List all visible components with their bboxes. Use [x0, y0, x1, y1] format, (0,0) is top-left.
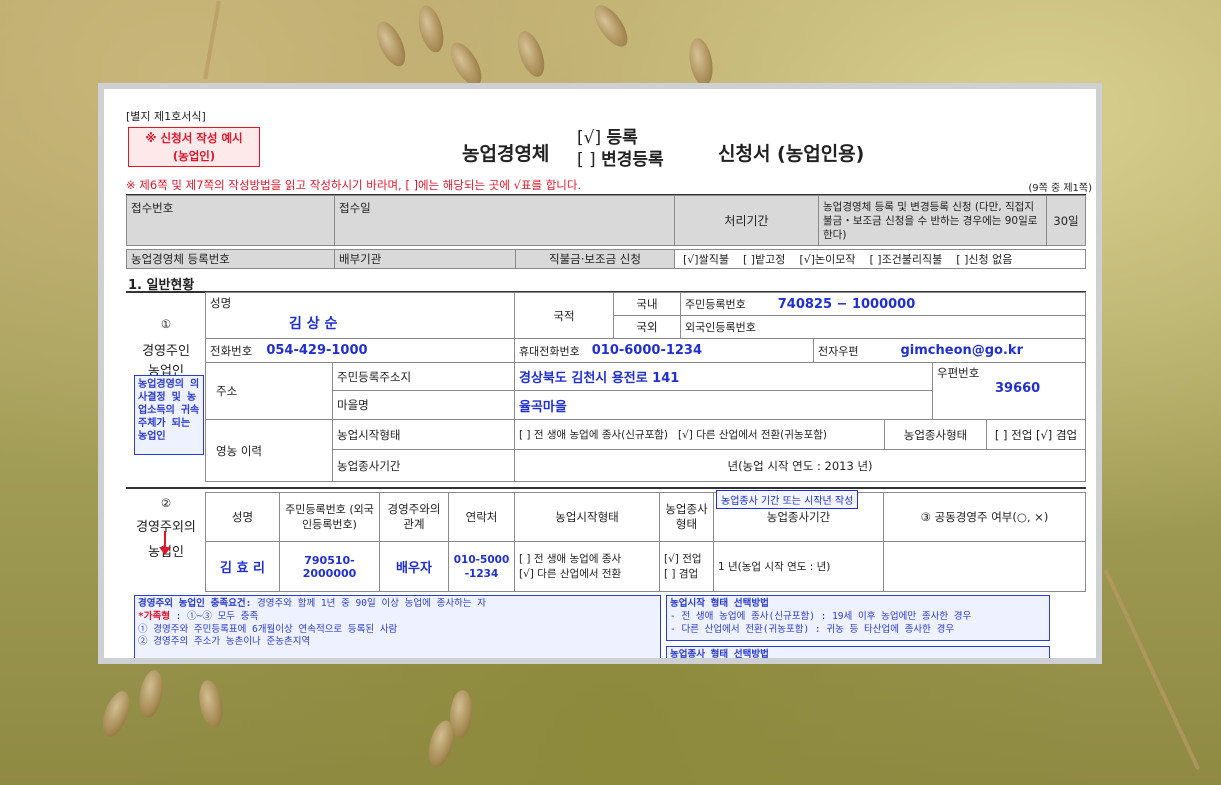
address-label: 주소	[205, 362, 333, 420]
circle-one: ①	[160, 317, 172, 331]
subsidy-label: 직불금·보조금 신청	[515, 249, 675, 269]
row-fulltime-option[interactable]: [√] 전업	[664, 552, 702, 567]
row-period[interactable]: 1 년(농업 시작 연도 : 년)	[713, 541, 884, 592]
register-checkboxes[interactable]: [√] 등록 [ ] 변경등록	[577, 127, 664, 171]
change-bracket[interactable]: [ ]	[577, 150, 596, 170]
postal-value[interactable]: 39660	[995, 381, 1040, 396]
double-crop-option[interactable]: [√]논이모작	[799, 251, 855, 267]
other-farmer-label-block: ② 경영주외의 농업인	[126, 492, 206, 592]
header-contact: 연락처	[448, 492, 515, 542]
email-label: 전자우편	[818, 344, 859, 358]
no-application-option[interactable]: [ ]신청 없음	[956, 251, 1012, 267]
rice-direct-pay-option[interactable]: [√]쌀직불	[683, 251, 729, 267]
engage-period-label: 농업종사기간	[332, 449, 515, 482]
postal-label: 우편번호	[937, 366, 980, 380]
period-description: 농업경영체 등록 및 변경등록 신청 (다만, 직접지불금・보조금 신청을 수 …	[818, 195, 1047, 246]
reg-address-cell: 경상북도 김천시 용전로 141	[514, 362, 933, 391]
row-parttime-option[interactable]: [ ] 겸업	[664, 567, 698, 582]
example-badge-line2: (농업인)	[172, 149, 216, 163]
row-contact[interactable]: 010-5000 -1234	[448, 541, 515, 592]
phone-cell: 전화번호 054-429-1000	[205, 338, 515, 363]
arrow-head-icon	[159, 547, 171, 555]
period-hint-tag: 농업종사 기간 또는 시작년 작성	[716, 490, 859, 509]
owner-side-note: 농업경영의 의사결정 및 농업소득의 귀속 주체가 되는 농업인	[134, 375, 204, 455]
processing-period-label: 처리기간	[674, 195, 819, 246]
row-joint-owner[interactable]	[883, 541, 1086, 592]
row-lifetime-option[interactable]: [ ] 전 생애 농업에 종사	[519, 552, 621, 567]
field-fixed-option[interactable]: [ ]밭고정	[743, 251, 785, 267]
application-form: [별지 제1호서식] ※ 신청서 작성 예시 (농업인) 농업경영체 [√] 등…	[98, 83, 1102, 664]
reg-address-label: 주민등록주소지	[332, 362, 515, 391]
row-engage-type[interactable]: [√] 전업 [ ] 겸업	[659, 541, 714, 592]
form-number: [별지 제1호서식]	[126, 110, 206, 123]
postal-cell: 우편번호 39660	[932, 362, 1086, 420]
other-farmer-label1: 경영주외의	[136, 520, 196, 535]
engage-type-options[interactable]: [ ] 전업 [√] 겸업	[986, 419, 1086, 450]
email-value[interactable]: gimcheon@go.kr	[900, 343, 1023, 358]
foreign-label: 국외	[613, 315, 681, 339]
name-label: 성명	[210, 296, 232, 310]
rrn-label: 주민등록번호	[685, 298, 746, 311]
start-type-note: 농업시작 형태 선택방법 - 전 생애 농업에 종사(신규포함) : 19세 이…	[666, 595, 1050, 641]
nationality-label: 국적	[514, 292, 614, 339]
lifetime-farming-option[interactable]: [ ] 전 생애 농업에 종사(신규포함)	[519, 427, 668, 442]
foreign-reg-cell: 외국인등록번호	[680, 315, 1086, 339]
rrn-cell: 주민등록번호 740825 − 1000000	[680, 292, 1086, 316]
requirement-note: 경영주외 농업인 충족요건: 경영주와 함께 1년 중 90일 이상 농업에 종…	[134, 595, 661, 658]
converted-option[interactable]: [√] 다른 산업에서 전환(귀농포함)	[678, 427, 827, 442]
distribution-org-label: 배부기관	[334, 249, 516, 269]
row-start-type[interactable]: [ ] 전 생애 농업에 종사 [√] 다른 산업에서 전환	[514, 541, 660, 592]
header-engage-type: 농업종사 형태	[659, 492, 714, 542]
receipt-date-label: 접수일	[334, 195, 675, 246]
owner-label: 경영주인	[142, 344, 190, 359]
form-title-right: 신청서 (농업인용)	[718, 143, 865, 165]
name-value[interactable]: 김 상 순	[289, 313, 337, 333]
history-label: 영농 이력	[205, 419, 333, 482]
village-value[interactable]: 율곡마을	[519, 396, 567, 415]
period-days: 30일	[1046, 195, 1086, 246]
registration-number-label: 농업경영체 등록번호	[126, 249, 335, 269]
header-joint-owner: ③ 공동경영주 여부(○, ×)	[883, 492, 1086, 542]
phone-value[interactable]: 054-429-1000	[266, 343, 367, 358]
form-title-left: 농업경영체	[462, 143, 550, 165]
domestic-label: 국내	[613, 292, 681, 316]
change-option: 변경등록	[601, 150, 664, 170]
subsidy-options[interactable]: [√]쌀직불 [ ]밭고정 [√]논이모작 [ ]조건불리직불 [ ]신청 없음	[674, 249, 1086, 269]
row-rrn[interactable]: 790510-2000000	[279, 541, 380, 592]
name-cell: 성명	[205, 292, 515, 339]
engage-type-note: 농업종사 형태 선택방법	[666, 646, 1050, 658]
header-rrn: 주민등록번호 (외국인등록번호)	[279, 492, 380, 542]
reg-address-value[interactable]: 경상북도 김천시 용전로 141	[519, 367, 679, 386]
row-converted-option[interactable]: [√] 다른 산업에서 전환	[519, 567, 621, 582]
mobile-cell: 휴대전화번호 010-6000-1234	[514, 338, 814, 363]
village-label: 마을명	[332, 390, 515, 420]
mobile-value[interactable]: 010-6000-1234	[592, 343, 702, 358]
village-cell: 율곡마을	[514, 390, 933, 420]
engage-period-value[interactable]: 년(농업 시작 연도 : 2013 년)	[727, 458, 872, 474]
mobile-label: 휴대전화번호	[519, 344, 580, 358]
rrn-value[interactable]: 740825 − 1000000	[778, 297, 916, 312]
receipt-number-label: 접수번호	[126, 195, 335, 246]
example-badge-line1: ※ 신청서 작성 예시	[145, 131, 243, 145]
engage-type-label: 농업종사형태	[884, 419, 987, 450]
row-relation[interactable]: 배우자	[379, 541, 449, 592]
page-info: (9쪽 중 제1쪽)	[1028, 183, 1092, 194]
circle-two: ②	[160, 496, 172, 510]
start-type-options[interactable]: [ ] 전 생애 농업에 종사(신규포함) [√] 다른 산업에서 전환(귀농포…	[514, 419, 885, 450]
foreign-reg-label: 외국인등록번호	[685, 321, 756, 334]
disadvantaged-option[interactable]: [ ]조건불리직불	[869, 251, 942, 267]
register-option: 등록	[606, 128, 638, 148]
register-bracket[interactable]: [√]	[577, 128, 601, 148]
header-start-type: 농업시작형태	[514, 492, 660, 542]
row-name[interactable]: 김 효 리	[205, 541, 280, 592]
engage-period-cell[interactable]: 년(농업 시작 연도 : 2013 년)	[514, 449, 1086, 482]
start-type-label: 농업시작형태	[332, 419, 515, 450]
header-name: 성명	[205, 492, 280, 542]
instruction-text: ※ 제6쪽 및 제7쪽의 작성방법을 읽고 작성하시기 바라며, [ ]에는 해…	[126, 178, 582, 192]
phone-label: 전화번호	[210, 343, 253, 358]
example-badge: ※ 신청서 작성 예시 (농업인)	[128, 127, 260, 167]
email-cell: 전자우편 gimcheon@go.kr	[813, 338, 1086, 363]
header-relation: 경영주와의 관계	[379, 492, 449, 542]
